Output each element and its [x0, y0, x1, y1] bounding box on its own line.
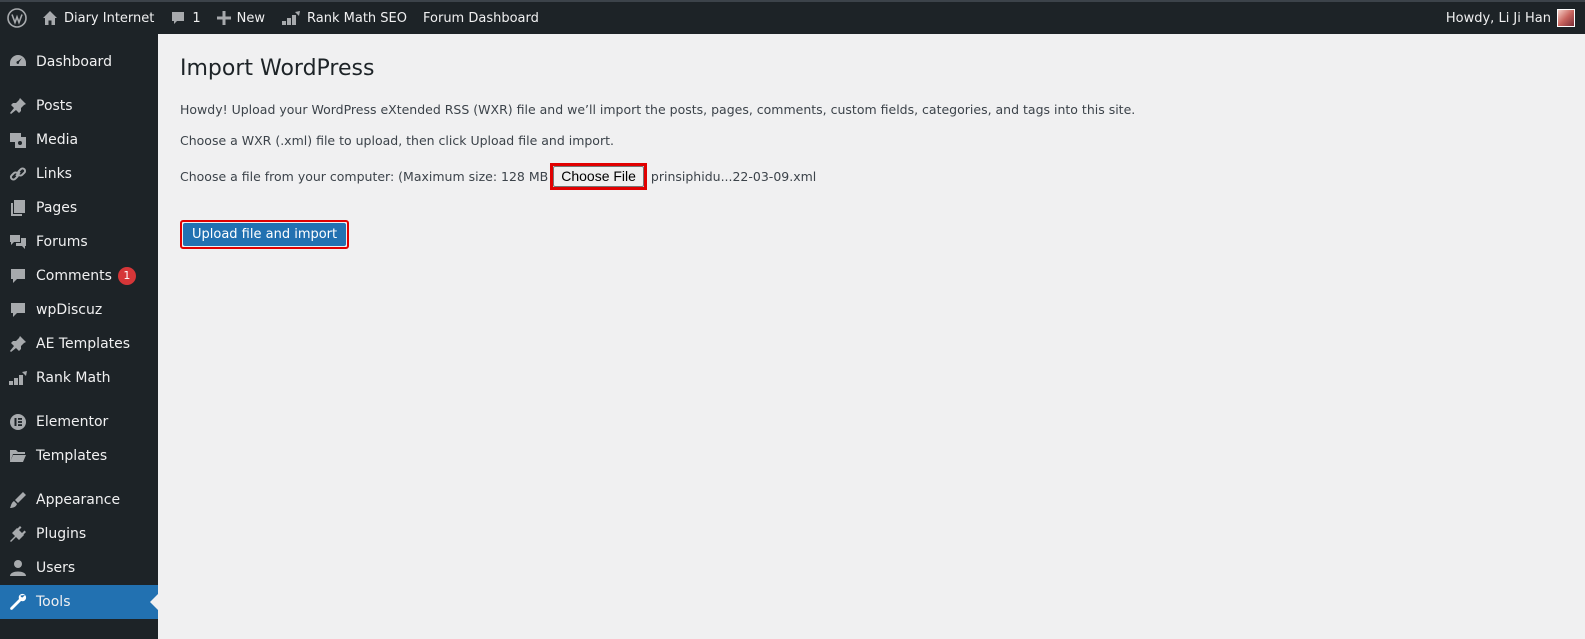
upload-button-highlight: Upload file and import	[180, 220, 350, 249]
sidebar-item-pages[interactable]: Pages	[0, 191, 158, 225]
sidebar-item-label: Forums	[36, 234, 88, 250]
sidebar-item-label: Plugins	[36, 526, 87, 542]
comment-icon	[11, 269, 25, 283]
avatar	[1557, 9, 1575, 27]
pin-icon	[10, 336, 26, 352]
user-account-menu[interactable]: Howdy, Li Ji Han	[1438, 2, 1585, 34]
selected-file-name: prinsiphidu...22-03-09.xml	[650, 169, 817, 184]
plug-icon	[10, 526, 26, 542]
admin-bar: Diary Internet 1 New Rank Math SEO Forum…	[0, 0, 1585, 34]
comments-count: 1	[192, 10, 201, 26]
sidebar-item-label: Dashboard	[36, 54, 112, 70]
sidebar-item-label: Tools	[36, 594, 71, 610]
forum-dashboard-label: Forum Dashboard	[423, 10, 539, 26]
site-name-link[interactable]: Diary Internet	[34, 2, 162, 34]
sidebar-item-label: Media	[36, 132, 79, 148]
file-label: Choose a file from your computer: (Maxim…	[180, 169, 549, 184]
elementor-icon	[10, 414, 26, 430]
new-label: New	[236, 10, 266, 26]
comments-count-badge: 1	[117, 267, 136, 285]
choose-file-highlight: Choose File	[550, 163, 647, 190]
file-upload-row: Choose a file from your computer: (Maxim…	[180, 163, 816, 190]
brush-icon	[10, 492, 26, 508]
dashboard-icon	[10, 55, 26, 66]
user-greeting: Howdy, Li Ji Han	[1445, 10, 1551, 26]
comment-icon	[11, 303, 25, 317]
admin-sidebar: Dashboard Posts Media Links Pages Forums…	[0, 34, 158, 639]
sidebar-item-plugins[interactable]: Plugins	[0, 517, 158, 551]
pin-icon	[10, 98, 26, 114]
sidebar-item-label: Pages	[36, 200, 78, 216]
sidebar-item-label: Comments	[36, 268, 112, 284]
folder-icon	[10, 450, 26, 462]
sidebar-item-tools[interactable]: Tools	[0, 585, 158, 619]
wordpress-logo-button[interactable]	[0, 2, 34, 34]
sidebar-item-comments[interactable]: Comments 1	[0, 259, 158, 293]
intro-text: Howdy! Upload your WordPress eXtended RS…	[180, 102, 1136, 117]
wrench-icon	[10, 593, 27, 610]
sidebar-item-dashboard[interactable]: Dashboard	[0, 45, 158, 79]
sidebar-item-rank-math[interactable]: Rank Math	[0, 361, 158, 395]
sidebar-item-label: wpDiscuz	[36, 302, 103, 318]
sidebar-item-links[interactable]: Links	[0, 157, 158, 191]
sidebar-item-templates[interactable]: Templates	[0, 439, 158, 473]
sidebar-item-wpdiscuz[interactable]: wpDiscuz	[0, 293, 158, 327]
user-icon	[10, 560, 26, 576]
sidebar-item-label: Posts	[36, 98, 73, 114]
sidebar-item-ae-templates[interactable]: AE Templates	[0, 327, 158, 361]
link-icon	[9, 167, 27, 181]
upload-file-and-import-button[interactable]: Upload file and import	[183, 223, 347, 246]
plus-icon	[216, 11, 231, 25]
site-name: Diary Internet	[64, 10, 155, 26]
sidebar-item-elementor[interactable]: Elementor	[0, 405, 158, 439]
pages-icon	[11, 200, 25, 216]
media-icon	[10, 133, 26, 148]
home-icon	[43, 11, 57, 25]
sidebar-item-label: AE Templates	[36, 336, 131, 352]
sidebar-item-label: Links	[36, 166, 72, 182]
sidebar-item-users[interactable]: Users	[0, 551, 158, 585]
comment-bubble-icon	[172, 12, 185, 24]
new-content-link[interactable]: New	[209, 2, 273, 34]
sidebar-item-media[interactable]: Media	[0, 123, 158, 157]
sidebar-item-posts[interactable]: Posts	[0, 89, 158, 123]
rank-math-seo-label: Rank Math SEO	[307, 10, 407, 26]
sidebar-item-appearance[interactable]: Appearance	[0, 483, 158, 517]
chart-icon	[9, 371, 27, 385]
sidebar-item-label: Rank Math	[36, 370, 111, 386]
rank-math-chart-icon	[282, 11, 301, 25]
forums-icon	[10, 235, 26, 249]
choose-file-button[interactable]: Choose File	[553, 166, 644, 187]
comments-link[interactable]: 1	[162, 2, 208, 34]
instruction-text: Choose a WXR (.xml) file to upload, then…	[180, 133, 614, 148]
sidebar-item-label: Elementor	[36, 414, 109, 430]
sidebar-item-label: Appearance	[36, 492, 121, 508]
sidebar-item-label: Users	[36, 560, 76, 576]
wordpress-logo-icon	[7, 8, 27, 28]
forum-dashboard-link[interactable]: Forum Dashboard	[415, 2, 547, 34]
sidebar-item-forums[interactable]: Forums	[0, 225, 158, 259]
rank-math-seo-link[interactable]: Rank Math SEO	[273, 2, 415, 34]
page-title: Import WordPress	[180, 56, 375, 81]
sidebar-item-label: Templates	[36, 448, 108, 464]
